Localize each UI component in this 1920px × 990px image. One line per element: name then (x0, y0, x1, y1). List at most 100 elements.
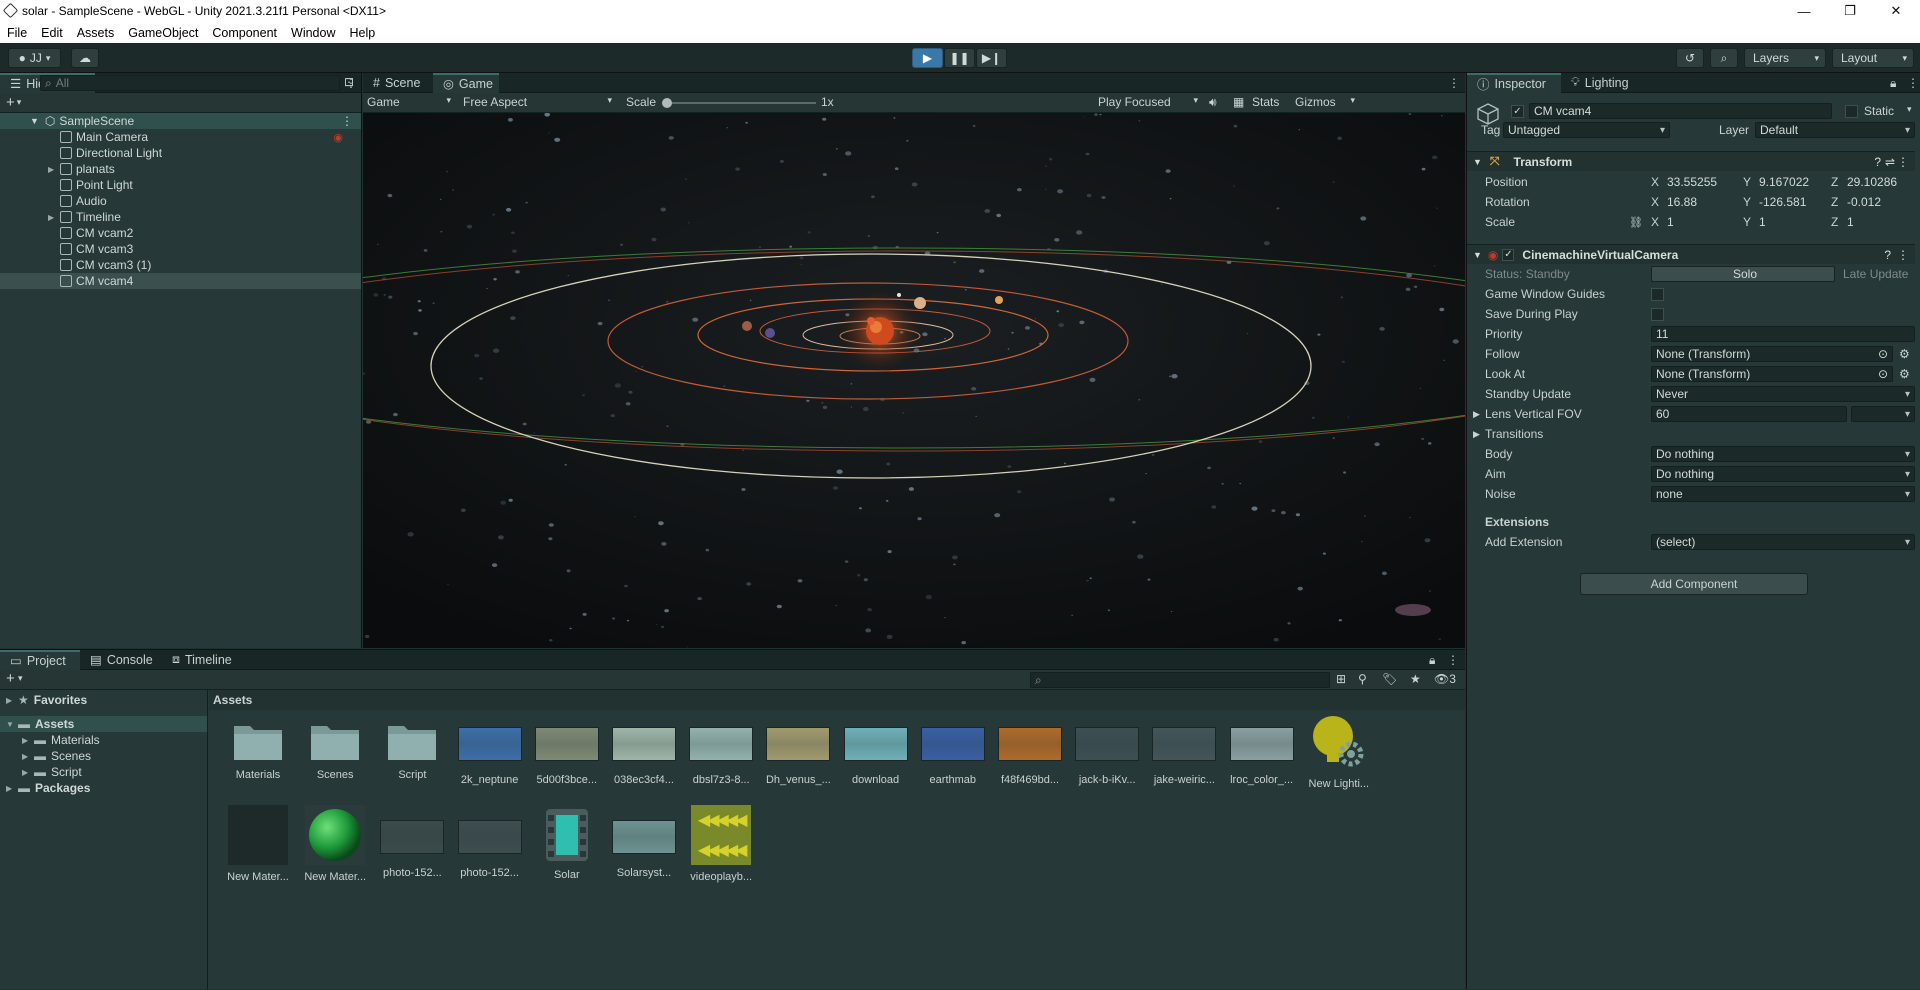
menu-edit[interactable]: Edit (34, 26, 70, 40)
link-icon[interactable]: ⛓ (1629, 216, 1643, 229)
rotation-y-input[interactable]: -126.581 (1755, 194, 1825, 210)
breadcrumb-assets[interactable]: Assets (213, 693, 252, 707)
maximize-button[interactable]: ❐ (1827, 0, 1873, 22)
help-icon[interactable]: ? (1884, 248, 1891, 262)
hierarchy-item[interactable]: ▶ Timeline (0, 209, 361, 225)
transitions-row[interactable]: ▶ Transitions (1467, 425, 1915, 443)
asset-item[interactable]: Materials (221, 712, 295, 790)
type-filter-icon[interactable]: ⚲ (1358, 672, 1367, 686)
follow-field[interactable]: None (Transform) ⊙ (1651, 346, 1893, 362)
expand-arrow-icon[interactable]: ▼ (6, 720, 18, 729)
hidden-packages-icon[interactable]: 👁︎3 (1434, 672, 1456, 686)
asset-item[interactable]: Scenes (298, 712, 372, 790)
project-tree-item[interactable]: ▶ ★ Favorites (0, 692, 207, 708)
favorite-icon[interactable]: ★ (1410, 672, 1421, 686)
menu-file[interactable]: File (0, 26, 34, 40)
more-icon[interactable]: ⋮ (1448, 76, 1460, 90)
project-tree-item[interactable]: ▶ ▬ Script (0, 764, 207, 780)
scale-y-input[interactable]: 1 (1755, 214, 1825, 230)
object-name-input[interactable]: CM vcam4 (1529, 103, 1832, 119)
display-dropdown[interactable]: Game ▾ (367, 95, 455, 109)
scale-slider-handle[interactable] (662, 98, 672, 108)
asset-item[interactable]: jake-weiric... (1147, 712, 1221, 790)
expand-arrow-icon[interactable]: ▶ (22, 768, 34, 777)
rotation-z-input[interactable]: -0.012 (1843, 194, 1913, 210)
target-icon[interactable]: ⊙ (1878, 367, 1888, 381)
position-z-input[interactable]: 29.10286 (1843, 174, 1913, 190)
static-dropdown-icon[interactable]: ▾ (1907, 104, 1912, 115)
asset-item[interactable]: 5d00f3bce... (530, 712, 604, 790)
menu-gameobject[interactable]: GameObject (121, 26, 205, 40)
scale-slider[interactable] (662, 98, 816, 108)
tab-inspector[interactable]: ⓘ Inspector (1467, 72, 1561, 93)
add-icon[interactable]: + (6, 94, 15, 111)
component-menu-icon[interactable]: ⋮ (1897, 155, 1909, 169)
expand-arrow-icon[interactable]: ▶ (6, 784, 18, 793)
asset-item[interactable]: Solarsyst... (607, 805, 681, 883)
asset-item[interactable]: Solar (530, 805, 604, 883)
component-menu-icon[interactable]: ⋮ (1897, 248, 1909, 262)
priority-input[interactable]: 11 (1651, 326, 1915, 342)
expand-arrow-icon[interactable]: ▶ (6, 696, 18, 705)
tag-dropdown[interactable]: Untagged (1503, 122, 1670, 138)
hierarchy-item[interactable]: Main Camera ◉ (0, 129, 361, 145)
asset-item[interactable]: Script (375, 712, 449, 790)
close-button[interactable]: ✕ (1873, 0, 1919, 22)
mute-icon[interactable]: 🔊︎ (1209, 95, 1217, 110)
play-mode-dropdown[interactable]: Play Focused ▾ (1098, 95, 1198, 109)
asset-item[interactable]: download (839, 712, 913, 790)
hierarchy-item[interactable]: CM vcam2 (0, 225, 361, 241)
asset-item[interactable]: New Mater... (298, 805, 372, 883)
guides-checkbox[interactable] (1651, 288, 1664, 301)
hierarchy-item[interactable]: Directional Light (0, 145, 361, 161)
expand-arrow-icon[interactable]: ▶ (22, 752, 34, 761)
transform-header[interactable]: ▼ ⤧ Transform ? ⇌ ⋮ (1467, 151, 1915, 171)
more-icon[interactable]: ⋮ (1907, 76, 1919, 90)
hierarchy-item[interactable]: CM vcam3 (1) (0, 257, 361, 273)
tab-console[interactable]: ▤ Console (80, 650, 162, 670)
fov-input[interactable]: 60 (1651, 406, 1847, 422)
add-icon[interactable]: + (6, 670, 15, 687)
asset-item[interactable]: ◀◀◀◀◀ ◀◀◀◀◀ videoplayb... (684, 805, 758, 883)
menu-component[interactable]: Component (205, 26, 284, 40)
gizmos-dropdown[interactable]: Gizmos ▾ (1295, 95, 1355, 109)
add-extension-dropdown[interactable]: (select) (1651, 534, 1915, 550)
project-search-input[interactable]: ⌕ (1030, 672, 1330, 688)
target-icon[interactable]: ⊙ (1878, 347, 1888, 361)
project-tree-item[interactable]: ▶ ▬ Packages (0, 780, 207, 796)
asset-item[interactable]: Dh_venus_... (761, 712, 835, 790)
position-y-input[interactable]: 9.167022 (1755, 174, 1825, 190)
more-icon[interactable]: ⋮ (1447, 653, 1459, 667)
asset-item[interactable]: dbsl7z3-8... (684, 712, 758, 790)
scale-x-input[interactable]: 1 (1663, 214, 1733, 230)
project-tree-item[interactable]: ▼ ▬ Assets (0, 716, 207, 732)
play-button[interactable]: ▶ (912, 48, 943, 68)
filter-icon[interactable]: ⊡ (344, 75, 354, 89)
menu-window[interactable]: Window (284, 26, 342, 40)
hierarchy-item[interactable]: Audio (0, 193, 361, 209)
label-filter-icon[interactable]: 🏷︎ (1382, 672, 1397, 686)
body-dropdown[interactable]: Do nothing (1651, 446, 1915, 462)
cinemachine-enabled-checkbox[interactable]: ✓ (1502, 248, 1515, 261)
tab-project[interactable]: ▭ Project (0, 649, 80, 670)
hierarchy-search-input[interactable]: ⌕ All (40, 75, 340, 91)
menu-help[interactable]: Help (342, 26, 382, 40)
asset-item[interactable]: jack-b-iKv... (1070, 712, 1144, 790)
tab-timeline[interactable]: ⧈ Timeline (162, 650, 252, 670)
create-icon[interactable]: ⊞ (1336, 672, 1346, 686)
hierarchy-item[interactable]: CM vcam4 (0, 273, 361, 289)
hierarchy-item[interactable]: Point Light (0, 177, 361, 193)
rotation-x-input[interactable]: 16.88 (1663, 194, 1733, 210)
standby-dropdown[interactable]: Never (1651, 386, 1915, 402)
layers-dropdown[interactable]: Layers ▾ (1744, 48, 1826, 68)
scene-row[interactable]: ▼ ⬡ SampleScene ⋮ (0, 113, 361, 129)
help-icon[interactable]: ? (1874, 155, 1881, 169)
tab-game[interactable]: ◎ Game (433, 72, 499, 93)
lock-icon[interactable]: 🔒︎ (1890, 76, 1896, 91)
search-button[interactable]: ⌕ (1710, 48, 1738, 68)
asset-item[interactable]: 2k_neptune (453, 712, 527, 790)
cinemachine-header[interactable]: ▼ ◉ ✓ CinemachineVirtualCamera ? ⋮ (1467, 244, 1915, 264)
asset-item[interactable]: earthmab (916, 712, 990, 790)
active-checkbox[interactable]: ✓ (1511, 105, 1524, 118)
step-button[interactable]: ▶❙ (976, 48, 1007, 68)
